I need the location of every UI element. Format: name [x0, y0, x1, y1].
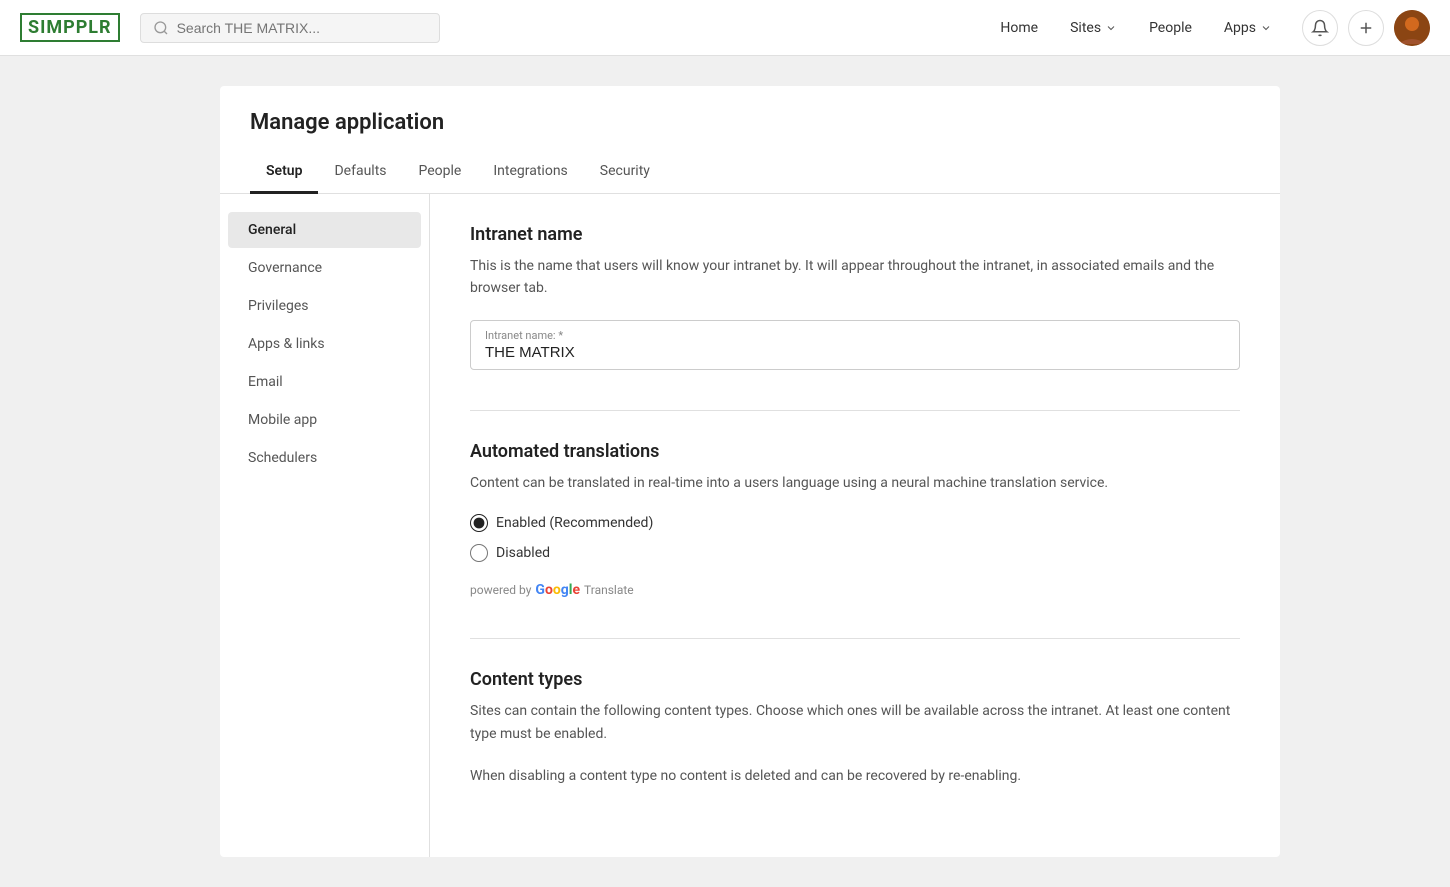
content-types-description1: Sites can contain the following content …	[470, 700, 1240, 745]
section-divider-2	[470, 638, 1240, 639]
nav-actions	[1302, 10, 1430, 46]
search-icon	[153, 20, 169, 36]
automated-translations-section: Automated translations Content can be tr…	[470, 441, 1240, 598]
nav-people[interactable]: People	[1135, 14, 1206, 42]
radio-enabled[interactable]	[470, 514, 488, 532]
notifications-button[interactable]	[1302, 10, 1338, 46]
add-button[interactable]	[1348, 10, 1384, 46]
radio-enabled-label: Enabled (Recommended)	[496, 515, 653, 531]
radio-disabled-label: Disabled	[496, 545, 550, 561]
translation-options: Enabled (Recommended) Disabled	[470, 514, 1240, 562]
intranet-name-title: Intranet name	[470, 224, 1240, 245]
intranet-name-description: This is the name that users will know yo…	[470, 255, 1240, 300]
main-nav: Home Sites People Apps	[986, 14, 1286, 42]
sidebar-item-email[interactable]: Email	[228, 364, 421, 400]
content-wrapper: Manage application Setup Defaults People…	[180, 56, 1450, 887]
settings-content: Intranet name This is the name that user…	[430, 194, 1280, 857]
automated-translations-title: Automated translations	[470, 441, 1240, 462]
sidebar-item-apps-links[interactable]: Apps & links	[228, 326, 421, 362]
sidebar-item-general[interactable]: General	[228, 212, 421, 248]
tab-defaults[interactable]: Defaults	[318, 151, 402, 194]
radio-label-disabled[interactable]: Disabled	[470, 544, 1240, 562]
content-types-title: Content types	[470, 669, 1240, 690]
page-header: Manage application	[220, 86, 1280, 135]
translate-label: Translate	[584, 583, 634, 597]
logo-text: SIMPPLR	[20, 13, 120, 42]
search-input[interactable]	[177, 20, 427, 36]
radio-disabled[interactable]	[470, 544, 488, 562]
content-types-description2: When disabling a content type no content…	[470, 765, 1240, 787]
inner-layout: General Governance Privileges Apps & lin…	[220, 194, 1280, 857]
chevron-down-icon	[1260, 22, 1272, 34]
intranet-name-section: Intranet name This is the name that user…	[470, 224, 1240, 370]
tab-setup[interactable]: Setup	[250, 151, 318, 194]
nav-sites[interactable]: Sites	[1056, 14, 1131, 42]
tab-people[interactable]: People	[403, 151, 478, 194]
nav-home[interactable]: Home	[986, 14, 1052, 42]
left-rail	[0, 56, 180, 887]
sidebar-item-schedulers[interactable]: Schedulers	[228, 440, 421, 476]
plus-icon	[1357, 19, 1375, 37]
app-logo[interactable]: SIMPPLR	[20, 13, 120, 42]
page-title: Manage application	[250, 110, 1250, 135]
sidebar-item-privileges[interactable]: Privileges	[228, 288, 421, 324]
tab-security[interactable]: Security	[584, 151, 666, 194]
sidebar-item-governance[interactable]: Governance	[228, 250, 421, 286]
page-card: Manage application Setup Defaults People…	[220, 86, 1280, 857]
nav-apps[interactable]: Apps	[1210, 14, 1286, 42]
section-divider-1	[470, 410, 1240, 411]
bell-icon	[1311, 19, 1329, 37]
search-bar[interactable]	[140, 13, 440, 43]
intranet-name-label: Intranet name: *	[485, 329, 1225, 342]
main-container: Manage application Setup Defaults People…	[0, 56, 1450, 887]
sidebar-nav: General Governance Privileges Apps & lin…	[220, 194, 430, 857]
automated-translations-description: Content can be translated in real-time i…	[470, 472, 1240, 494]
radio-label-enabled[interactable]: Enabled (Recommended)	[470, 514, 1240, 532]
content-types-section: Content types Sites can contain the foll…	[470, 669, 1240, 787]
powered-by-label: powered by	[470, 583, 531, 597]
tabs-bar: Setup Defaults People Integrations Secur…	[220, 151, 1280, 194]
user-avatar[interactable]	[1394, 10, 1430, 46]
google-logo: Google	[535, 582, 580, 598]
intranet-name-field-wrapper: Intranet name: *	[470, 320, 1240, 370]
intranet-name-input[interactable]	[485, 344, 1225, 361]
powered-by-google: powered by Google Translate	[470, 582, 1240, 598]
chevron-down-icon	[1105, 22, 1117, 34]
sidebar-item-mobile-app[interactable]: Mobile app	[228, 402, 421, 438]
app-header: SIMPPLR Home Sites People Apps	[0, 0, 1450, 56]
tab-integrations[interactable]: Integrations	[477, 151, 583, 194]
